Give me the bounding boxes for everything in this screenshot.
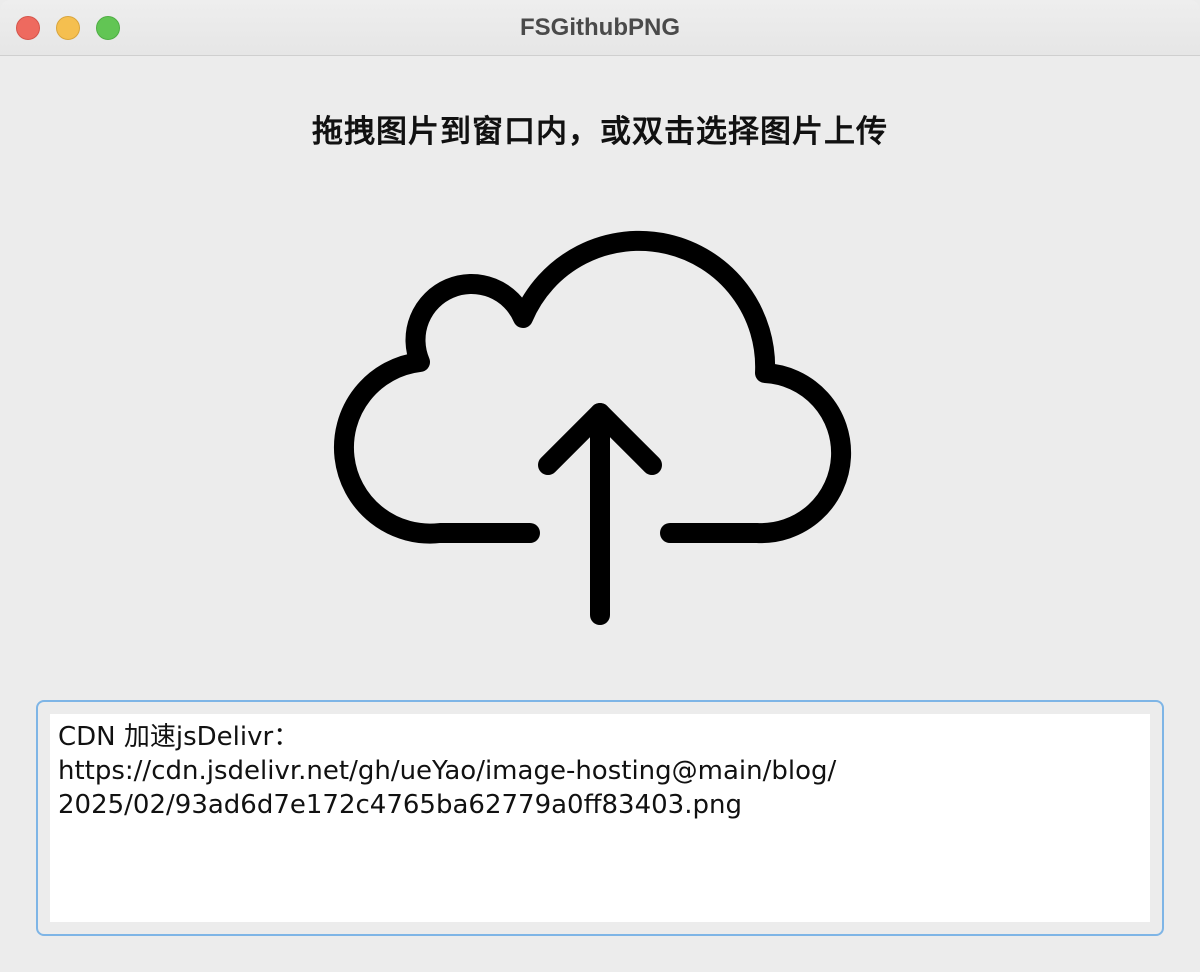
result-frame: CDN 加速jsDelivr： https://cdn.jsdelivr.net/… xyxy=(36,700,1164,936)
result-text-area[interactable]: CDN 加速jsDelivr： https://cdn.jsdelivr.net/… xyxy=(50,714,1150,922)
window-title: FSGithubPNG xyxy=(520,14,680,41)
upload-drop-zone[interactable] xyxy=(330,205,870,640)
result-line-cdn-label: CDN 加速jsDelivr： xyxy=(58,722,300,752)
cloud-upload-icon xyxy=(333,230,852,625)
upload-instruction: 拖拽图片到窗口内，或双击选择图片上传 xyxy=(312,114,888,150)
title-bar[interactable]: FSGithubPNG xyxy=(0,0,1200,56)
result-line-url-part2: 2025/02/93ad6d7e172c4765ba62779a0ff83403… xyxy=(58,790,742,820)
app-window: FSGithubPNG 拖拽图片到窗口内，或双击选择图片上传 CDN 加速jsD… xyxy=(0,0,1200,972)
result-line-url-part1: https://cdn.jsdelivr.net/gh/ueYao/image-… xyxy=(58,756,837,786)
